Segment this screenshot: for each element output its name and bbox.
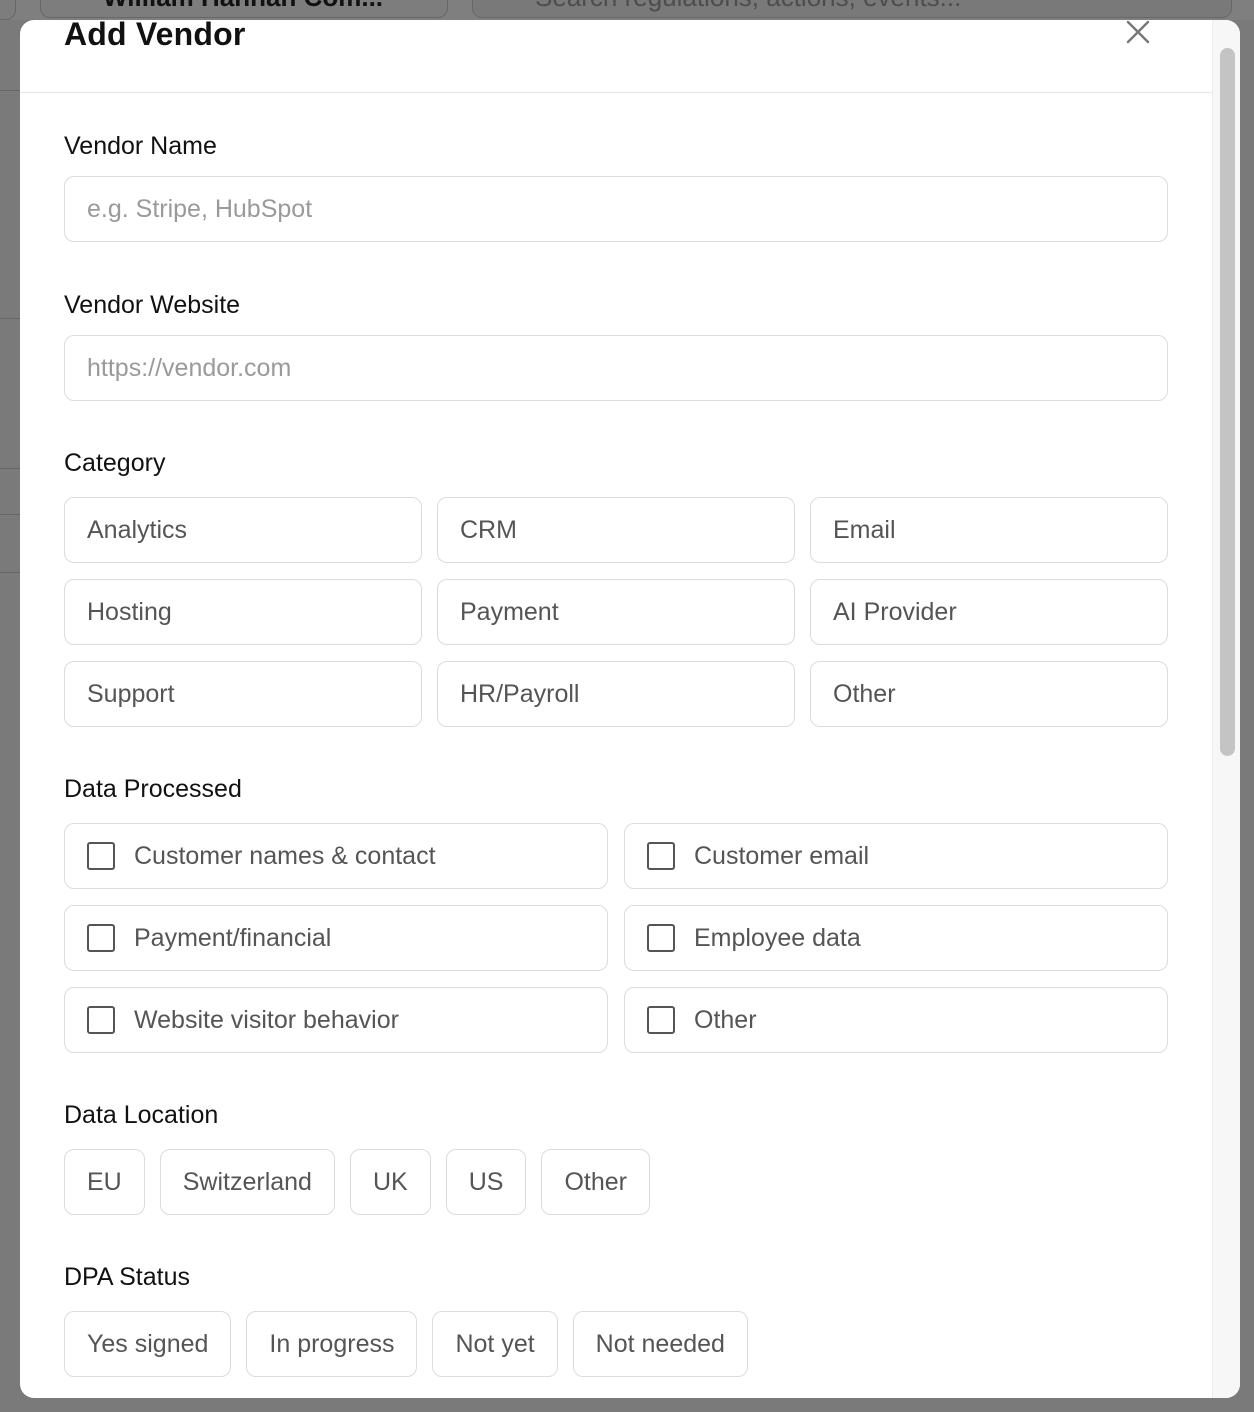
data-processed-option-label: Customer names & contact <box>134 841 436 870</box>
checkbox[interactable] <box>87 1006 115 1034</box>
data-processed-option-label: Customer email <box>694 841 870 870</box>
category-option-crm[interactable]: CRM <box>437 497 795 563</box>
category-option-email[interactable]: Email <box>810 497 1168 563</box>
dpa-status-option-not-yet[interactable]: Not yet <box>432 1311 558 1377</box>
category-option-analytics[interactable]: Analytics <box>64 497 422 563</box>
category-option-payment[interactable]: Payment <box>437 579 795 645</box>
data-processed-options: Customer names & contact Customer email … <box>64 823 1168 1053</box>
checkbox[interactable] <box>87 842 115 870</box>
modal-scrollbar-thumb[interactable] <box>1220 48 1235 756</box>
category-options: Analytics CRM Email Hosting Payment AI P… <box>64 497 1168 727</box>
data-location-option-switzerland[interactable]: Switzerland <box>159 1149 335 1215</box>
data-location-label: Data Location <box>64 1101 219 1129</box>
dpa-status-options: Yes signed In progress Not yet Not neede… <box>64 1311 748 1377</box>
data-location-option-uk[interactable]: UK <box>349 1149 431 1215</box>
dpa-status-option-not-needed[interactable]: Not needed <box>572 1311 748 1377</box>
vendor-website-label: Vendor Website <box>64 291 241 319</box>
category-option-hosting[interactable]: Hosting <box>64 579 422 645</box>
close-button[interactable] <box>1122 20 1154 48</box>
checkbox[interactable] <box>87 924 115 952</box>
category-option-other[interactable]: Other <box>810 661 1168 727</box>
checkbox[interactable] <box>647 842 675 870</box>
close-icon <box>1126 20 1150 44</box>
data-location-option-other[interactable]: Other <box>541 1149 650 1215</box>
data-processed-option-label: Payment/financial <box>134 923 332 952</box>
modal-header: Add Vendor <box>20 20 1212 93</box>
modal-title: Add Vendor <box>64 20 246 52</box>
data-processed-option-label: Other <box>694 1005 757 1034</box>
vendor-name-input[interactable] <box>64 176 1168 242</box>
modal-scrollbar-track[interactable] <box>1212 20 1240 1398</box>
checkbox[interactable] <box>647 1006 675 1034</box>
data-location-options: EU Switzerland UK US Other <box>64 1149 650 1215</box>
data-processed-label: Data Processed <box>64 775 242 803</box>
category-option-ai-provider[interactable]: AI Provider <box>810 579 1168 645</box>
data-processed-option-label: Employee data <box>694 923 861 952</box>
category-option-support[interactable]: Support <box>64 661 422 727</box>
data-processed-option-employee-data[interactable]: Employee data <box>624 905 1168 971</box>
data-processed-option-other[interactable]: Other <box>624 987 1168 1053</box>
dpa-status-label: DPA Status <box>64 1263 190 1291</box>
vendor-website-input[interactable] <box>64 335 1168 401</box>
data-location-option-us[interactable]: US <box>445 1149 527 1215</box>
data-processed-option-customer-names[interactable]: Customer names & contact <box>64 823 608 889</box>
data-processed-option-website-visitor[interactable]: Website visitor behavior <box>64 987 608 1053</box>
category-label: Category <box>64 449 166 477</box>
vendor-name-label: Vendor Name <box>64 132 217 160</box>
data-processed-option-customer-email[interactable]: Customer email <box>624 823 1168 889</box>
data-processed-option-payment-financial[interactable]: Payment/financial <box>64 905 608 971</box>
checkbox[interactable] <box>647 924 675 952</box>
dpa-status-option-yes-signed[interactable]: Yes signed <box>64 1311 232 1377</box>
category-option-hr-payroll[interactable]: HR/Payroll <box>437 661 795 727</box>
data-location-option-eu[interactable]: EU <box>64 1149 145 1215</box>
data-processed-option-label: Website visitor behavior <box>134 1005 399 1034</box>
add-vendor-modal: Add Vendor Vendor Name Vendor Website Ca… <box>20 20 1240 1398</box>
dpa-status-option-in-progress[interactable]: In progress <box>246 1311 418 1377</box>
